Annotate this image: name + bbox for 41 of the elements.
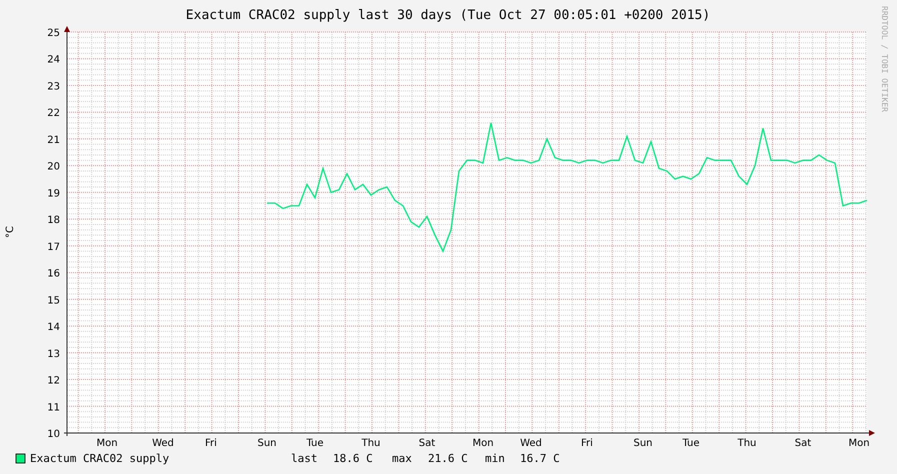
chart-title: Exactum CRAC02 supply last 30 days (Tue Oct 27 00:05:01 +0200 2015)	[186, 8, 710, 23]
x-tick-label: Sat	[794, 438, 812, 449]
stat-label: last	[291, 452, 318, 465]
x-tick-label: Sun	[257, 438, 277, 449]
x-tick-label: Thu	[738, 438, 756, 449]
credit-text: RRDTOOL / TOBI OETIKER	[880, 6, 889, 112]
y-axis-label: °C	[5, 226, 16, 238]
x-tick-label: Fri	[205, 438, 217, 449]
y-tick-label: 15	[47, 295, 60, 306]
legend-label: Exactum CRAC02 supply	[30, 452, 170, 465]
x-tick-label: Tue	[306, 438, 324, 449]
stat-value: 16.7 C	[520, 452, 560, 465]
y-tick-label: 21	[47, 134, 60, 146]
x-tick-label: Sat	[418, 438, 436, 449]
y-tick-label: 18	[47, 215, 60, 226]
x-tick-label: Mon	[848, 438, 870, 449]
x-tick-label: Wed	[520, 438, 542, 449]
x-tick-label: Mon	[472, 438, 494, 449]
x-tick-label: Sun	[633, 438, 653, 449]
y-tick-label: 20	[47, 162, 60, 173]
stat-value: 18.6 C	[333, 452, 373, 465]
y-tick-label: 25	[47, 28, 60, 39]
stat-label: max	[392, 452, 412, 465]
y-tick-label: 13	[47, 348, 60, 360]
x-tick-label: Thu	[362, 438, 380, 449]
y-tick-label: 14	[47, 322, 60, 334]
y-tick-label: 12	[47, 376, 60, 387]
y-tick-label: 23	[47, 81, 60, 92]
x-tick-label: Wed	[152, 438, 174, 449]
y-tick-label: 22	[47, 108, 60, 120]
stat-label: min	[485, 452, 505, 465]
x-tick-label: Fri	[581, 438, 593, 449]
y-tick-label: 17	[47, 242, 60, 253]
y-tick-label: 10	[47, 429, 60, 440]
stat-value: 21.6 C	[428, 452, 468, 465]
y-tick-label: 11	[47, 402, 60, 414]
x-tick-label: Mon	[96, 438, 118, 449]
y-tick-label: 19	[47, 188, 60, 200]
x-tick-label: Tue	[682, 438, 700, 449]
y-tick-label: 16	[47, 268, 60, 280]
y-tick-label: 24	[47, 54, 60, 66]
